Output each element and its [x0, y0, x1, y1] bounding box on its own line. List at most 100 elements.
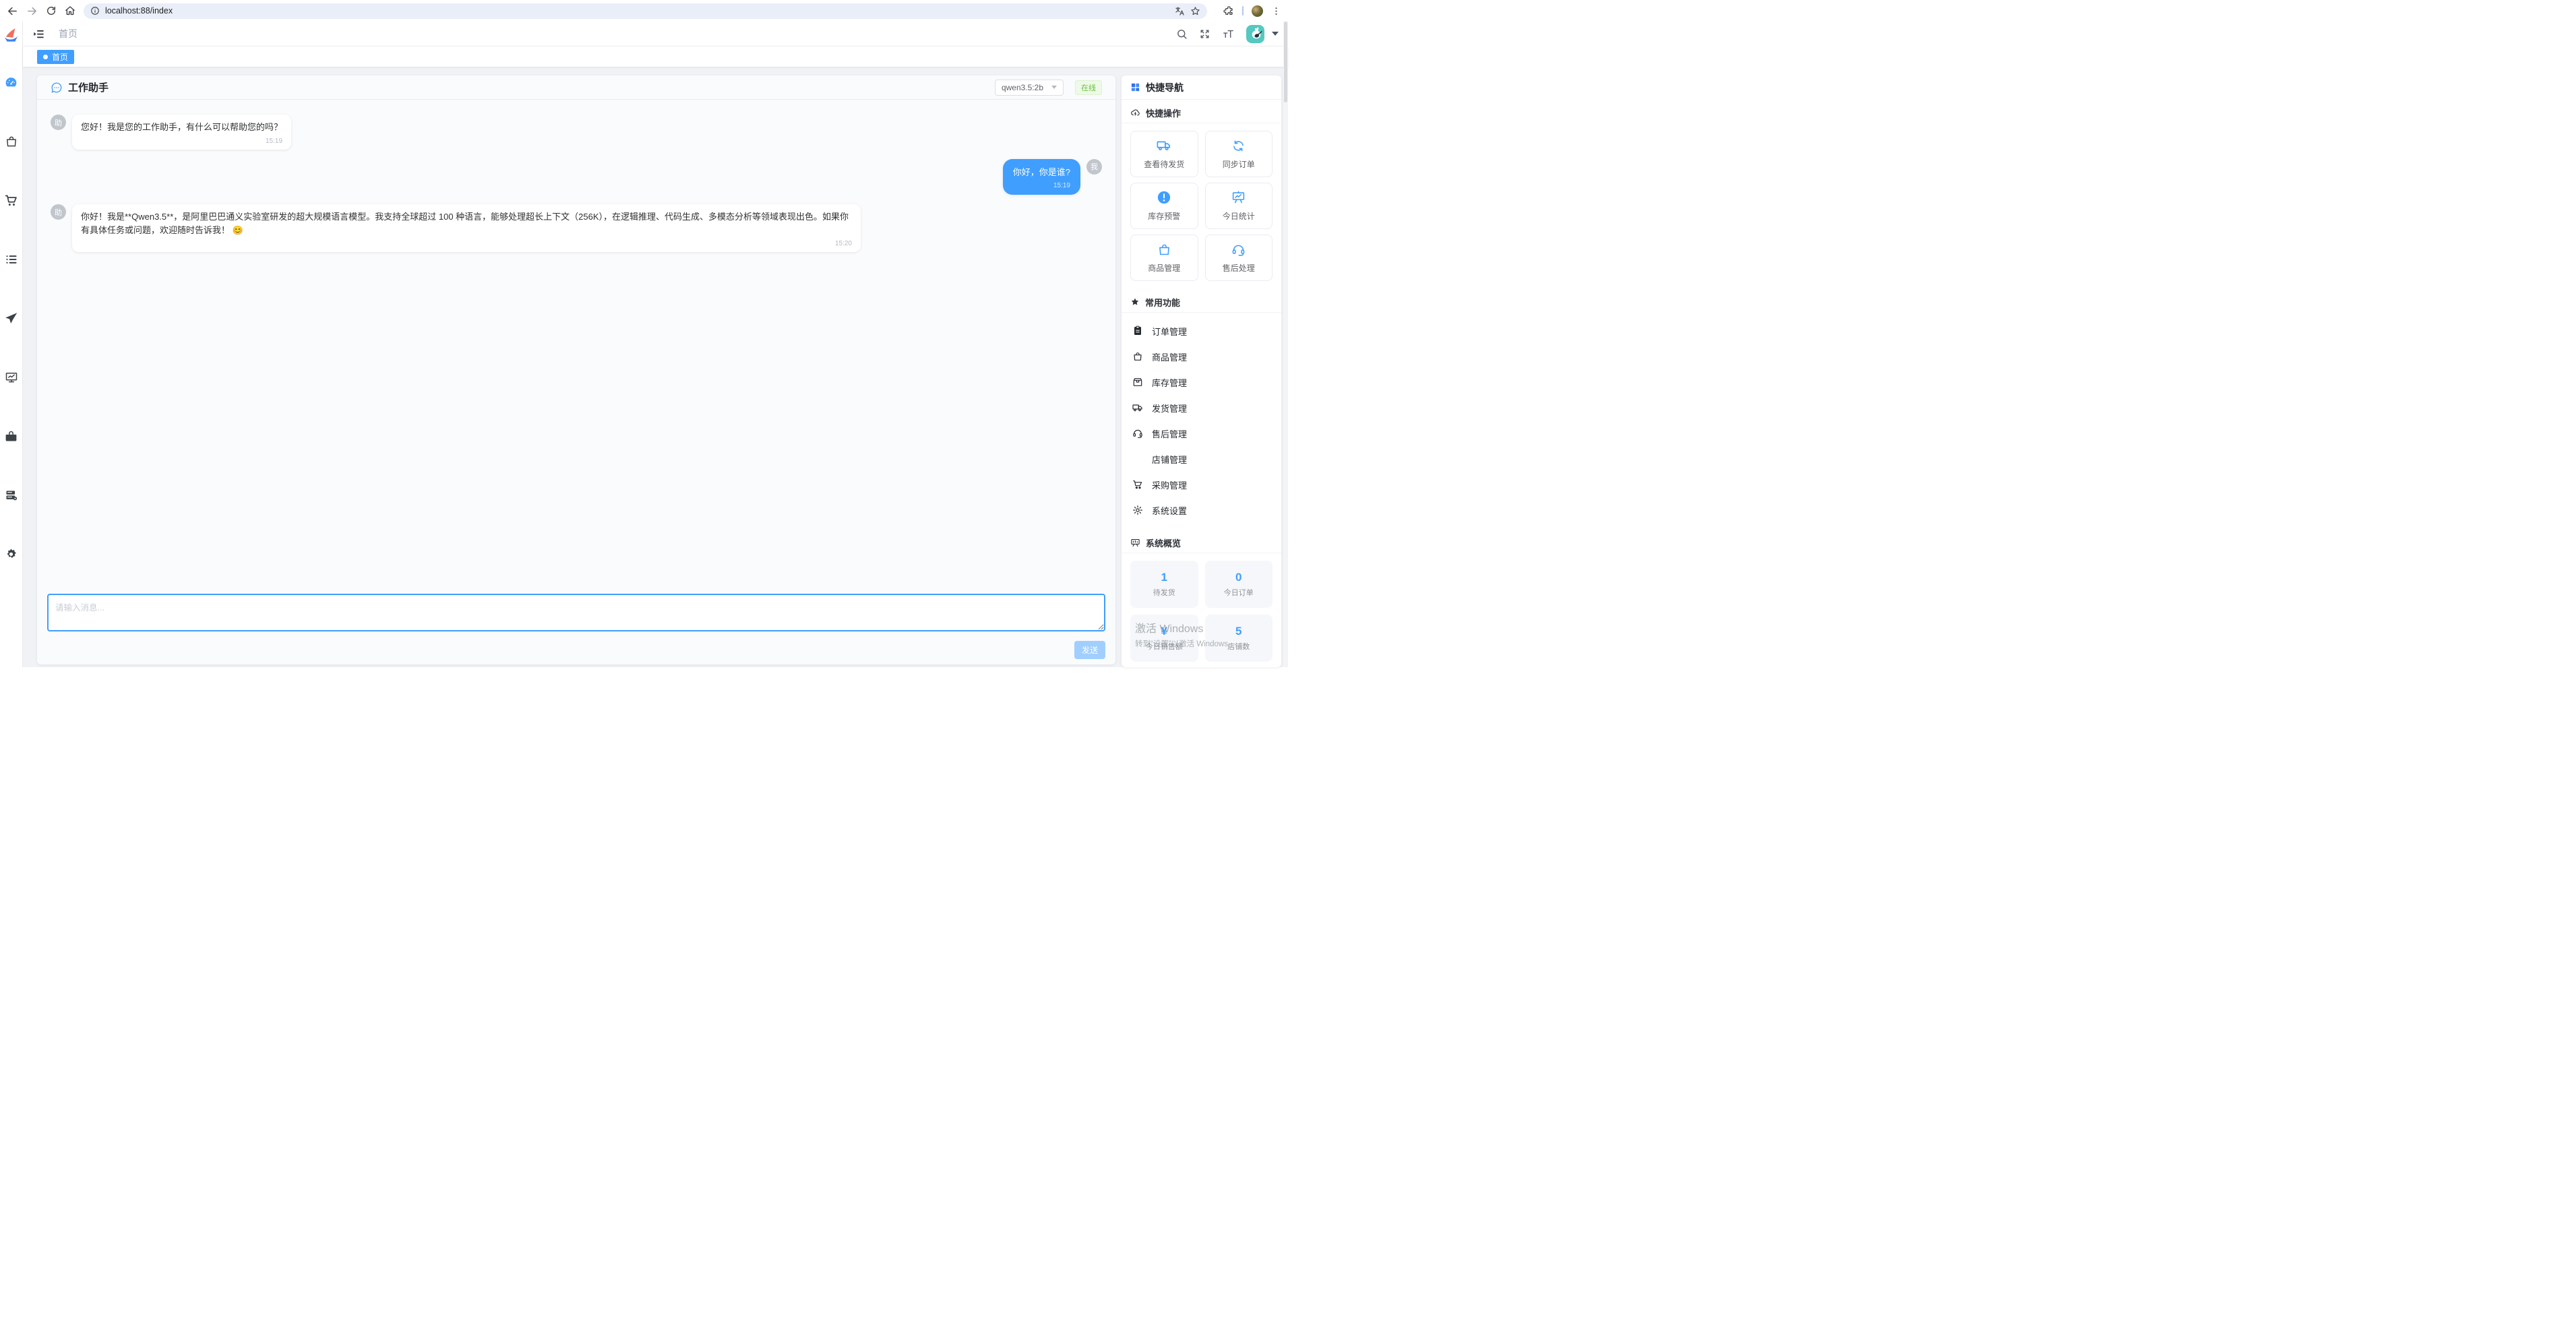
menu-fold-icon[interactable]	[32, 28, 45, 40]
quick-card-label: 售后处理	[1223, 262, 1255, 274]
back-icon[interactable]	[7, 5, 18, 17]
sidebar-item-settings-gear-icon[interactable]	[4, 547, 18, 561]
sidebar-item-products-bag-icon[interactable]	[5, 135, 18, 148]
overview-stats: 1 待发货 0 今日订单 ¥ 今日销售额 5 店铺数	[1122, 553, 1281, 667]
stat-value: 5	[1235, 625, 1241, 638]
quick-card-label: 商品管理	[1148, 262, 1180, 274]
panel-header: 快捷导航	[1122, 75, 1281, 100]
quick-cards: 查看待发货 同步订单 库存预警 今日统计	[1122, 123, 1281, 285]
sidebar-item-shipping-send-icon[interactable]	[4, 311, 18, 325]
quick-card-label: 同步订单	[1223, 158, 1255, 170]
headset-icon	[1231, 243, 1246, 257]
home-icon[interactable]	[65, 5, 75, 16]
sidebar-item-dashboard-icon[interactable]	[4, 75, 18, 90]
quick-card-product-mgmt[interactable]: 商品管理	[1130, 235, 1198, 281]
tags-bar: 首页	[23, 46, 1288, 67]
quick-card-today-stats[interactable]: 今日统计	[1205, 183, 1273, 229]
sidebar-item-stats-monitor-icon[interactable]	[5, 371, 18, 384]
translate-icon[interactable]	[1175, 6, 1185, 16]
app-topbar: 首页	[23, 22, 1288, 46]
section-overview: 系统概览	[1122, 532, 1281, 553]
url-text[interactable]: localhost:88/index	[105, 6, 1169, 15]
forward-icon[interactable]	[26, 5, 38, 17]
fn-item-inventory-mgmt[interactable]: 库存管理	[1122, 369, 1281, 395]
caret-down-icon[interactable]	[1272, 32, 1279, 36]
grid-icon	[1130, 82, 1140, 92]
fn-item-shipping-mgmt[interactable]: 发货管理	[1122, 395, 1281, 421]
sidebar-item-orders-cart-icon[interactable]	[4, 193, 18, 208]
message-time: 15:20	[81, 239, 852, 249]
fn-item-label: 店铺管理	[1152, 453, 1187, 466]
warning-circle-icon	[1157, 190, 1171, 205]
send-button[interactable]: 发送	[1074, 641, 1105, 659]
message-input[interactable]	[47, 594, 1105, 631]
message-bubble: 你好，你是谁? 15:19	[1003, 159, 1080, 195]
chat-input-zone: 发送	[37, 594, 1115, 664]
message-time: 15:19	[81, 136, 282, 146]
cart-icon	[1132, 479, 1143, 490]
truck-icon	[1132, 402, 1143, 413]
section-title: 系统概览	[1146, 536, 1181, 549]
stat-label: 今日订单	[1224, 587, 1254, 598]
quick-nav-panel: 快捷导航 快捷操作 查看待发货 同步订单	[1122, 75, 1281, 667]
section-common: 常用功能	[1122, 292, 1281, 313]
sidebar-item-shop-briefcase-icon[interactable]	[4, 429, 18, 443]
quick-card-stock-alert[interactable]: 库存预警	[1130, 183, 1198, 229]
quick-card-aftersale[interactable]: 售后处理	[1205, 235, 1273, 281]
stat-value: 1	[1161, 571, 1167, 584]
fn-item-shop-mgmt[interactable]: 店铺管理	[1122, 446, 1281, 472]
message-assistant: 助 您好！我是您的工作助手，有什么可以帮助您的吗？ 15:19	[51, 115, 1102, 150]
message-list: 助 您好！我是您的工作助手，有什么可以帮助您的吗？ 15:19 我 你好，你是谁…	[37, 100, 1115, 594]
reload-icon[interactable]	[46, 5, 57, 16]
quick-card-sync-orders[interactable]: 同步订单	[1205, 131, 1273, 177]
section-quick-ops: 快捷操作	[1122, 102, 1281, 123]
chat-bubble-icon	[51, 82, 63, 94]
stat-label: 店铺数	[1227, 641, 1250, 652]
fn-item-label: 发货管理	[1152, 402, 1187, 414]
bookmark-star-icon[interactable]	[1190, 6, 1200, 16]
gear-icon	[1132, 505, 1143, 516]
tag-label: 首页	[52, 51, 68, 63]
font-size-icon[interactable]	[1222, 28, 1235, 40]
section-title: 常用功能	[1145, 296, 1180, 309]
toolbar-separator	[1242, 6, 1244, 15]
fn-item-order-mgmt[interactable]: 订单管理	[1122, 318, 1281, 344]
breadcrumb[interactable]: 首页	[59, 27, 78, 40]
main-region: 首页 首页 工作助手	[23, 22, 1288, 667]
model-select-value: qwen3.5:2b	[1002, 83, 1043, 92]
sync-refresh-icon	[1231, 139, 1246, 153]
address-bar[interactable]: localhost:88/index	[84, 3, 1207, 19]
kebab-menu-icon[interactable]	[1271, 6, 1281, 16]
section-title: 快捷操作	[1146, 106, 1181, 119]
fn-item-product-mgmt[interactable]: 商品管理	[1122, 344, 1281, 369]
extensions-icon[interactable]	[1223, 5, 1234, 16]
app-shell: 首页 首页 工作助手	[0, 22, 1288, 667]
quick-card-pending-ship[interactable]: 查看待发货	[1130, 131, 1198, 177]
quick-card-label: 查看待发货	[1144, 158, 1184, 170]
info-icon[interactable]	[90, 6, 100, 15]
fn-item-label: 售后管理	[1152, 427, 1187, 440]
model-select[interactable]: qwen3.5:2b	[995, 80, 1064, 96]
page-scrollbar[interactable]	[1283, 22, 1288, 667]
stat-today-sales: ¥ 今日销售额	[1130, 615, 1198, 662]
inventory-box-icon	[1132, 377, 1143, 387]
stat-today-orders: 0 今日订单	[1205, 561, 1273, 608]
sidebar-item-list-icon[interactable]	[5, 253, 18, 266]
quick-card-label: 库存预警	[1148, 210, 1180, 222]
fn-item-aftersale-mgmt[interactable]: 售后管理	[1122, 421, 1281, 446]
message-text: 您好！我是您的工作助手，有什么可以帮助您的吗？	[81, 121, 282, 134]
search-icon[interactable]	[1176, 28, 1188, 40]
fn-item-system-settings[interactable]: 系统设置	[1122, 497, 1281, 523]
message-bubble: 你好！我是**Qwen3.5**，是阿里巴巴通义实验室研发的超大规模语言模型。我…	[72, 204, 861, 252]
stat-value: 0	[1235, 571, 1241, 584]
message-time: 15:19	[1013, 181, 1070, 191]
user-avatar[interactable]	[1246, 25, 1264, 43]
sidebar-item-server-settings-icon[interactable]	[5, 489, 18, 502]
fn-item-purchase-mgmt[interactable]: 采购管理	[1122, 472, 1281, 497]
tab-home[interactable]: 首页	[37, 50, 74, 64]
message-text: 你好！我是**Qwen3.5**，是阿里巴巴通义实验室研发的超大规模语言模型。我…	[81, 210, 852, 237]
scrollbar-thumb[interactable]	[1284, 22, 1287, 102]
fullscreen-icon[interactable]	[1199, 28, 1210, 40]
panel-title: 快捷导航	[1146, 81, 1184, 94]
profile-avatar[interactable]	[1252, 5, 1263, 17]
